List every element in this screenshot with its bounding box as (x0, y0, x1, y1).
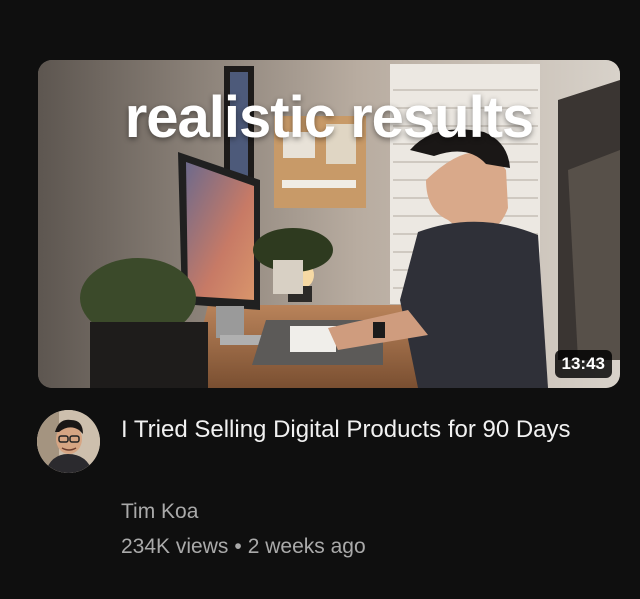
upload-age: 2 weeks ago (247, 535, 366, 558)
channel-name[interactable]: Tim Koa (121, 500, 198, 524)
meta-separator: • (234, 535, 242, 558)
video-metadata: 234K views • 2 weeks ago (121, 535, 366, 559)
video-card[interactable]: realistic results 13:43 I Tried Selling … (0, 0, 640, 599)
video-title[interactable]: I Tried Selling Digital Products for 90 … (121, 412, 601, 448)
channel-avatar[interactable] (37, 410, 100, 473)
view-count: 234K views (121, 535, 229, 558)
video-thumbnail[interactable]: realistic results 13:43 (38, 60, 620, 388)
duration-badge: 13:43 (554, 350, 612, 378)
thumbnail-overlay-text: realistic results (124, 85, 535, 150)
avatar-portrait (37, 410, 100, 473)
